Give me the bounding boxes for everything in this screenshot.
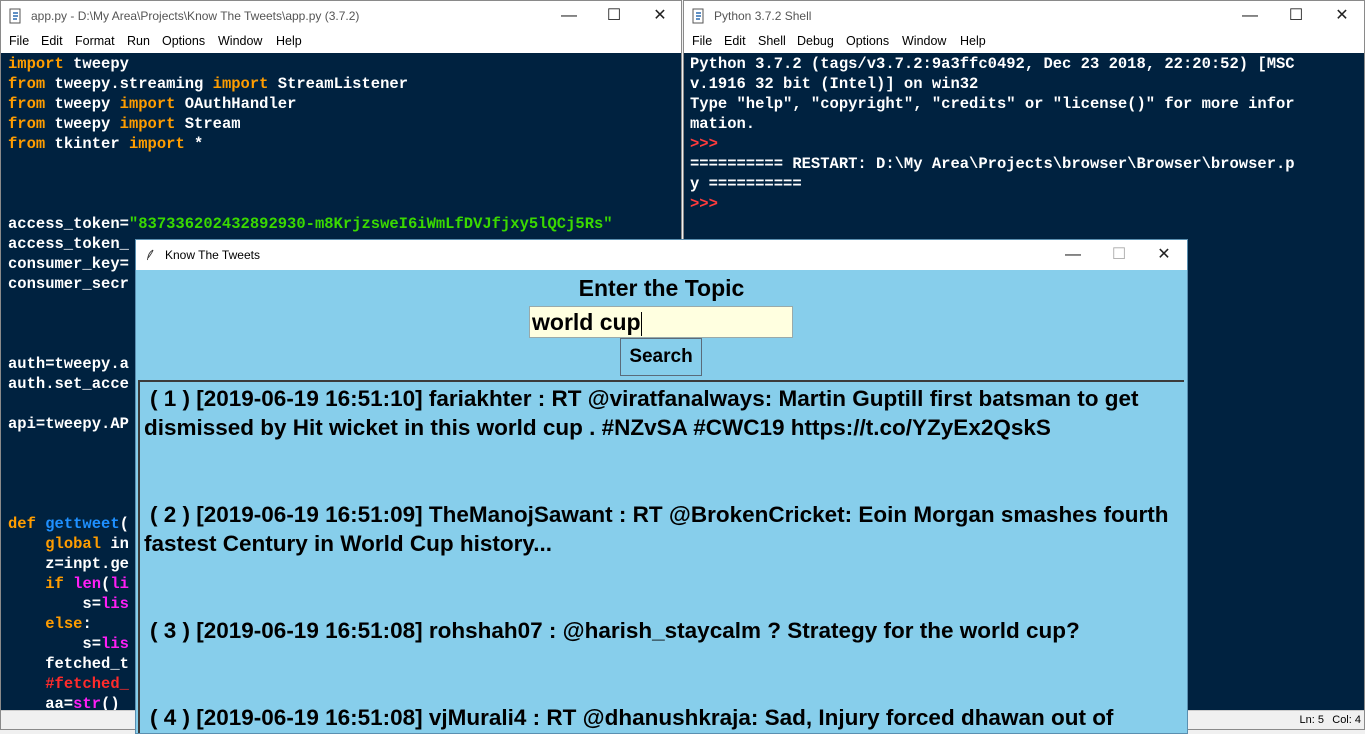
close-icon[interactable]: ✕: [1319, 1, 1364, 31]
menu-run[interactable]: Run: [127, 34, 150, 48]
app-titlebar[interactable]: Know The Tweets — ☐ ✕: [136, 240, 1187, 270]
menu-debug[interactable]: Debug: [797, 34, 834, 48]
maximize-icon[interactable]: ☐: [591, 1, 637, 31]
menu-help[interactable]: Help: [276, 34, 302, 48]
shell-line: Python 3.7.2 (tags/v3.7.2:9a3ffc0492, De…: [690, 55, 1295, 73]
feather-icon: [147, 249, 154, 261]
shell-line: mation.: [690, 115, 756, 133]
app-title: Know The Tweets: [165, 248, 260, 262]
tweet-item: ( 2 ) [2019-06-19 16:51:09] TheManojSawa…: [144, 502, 1169, 556]
menu-edit[interactable]: Edit: [41, 34, 63, 48]
shell-line: y ==========: [690, 175, 802, 193]
menu-help[interactable]: Help: [960, 34, 986, 48]
maximize-icon[interactable]: ☐: [1273, 1, 1319, 31]
maximize-icon: ☐: [1111, 246, 1127, 263]
editor-title: app.py - D:\My Area\Projects\Know The Tw…: [31, 9, 360, 23]
close-icon[interactable]: ✕: [1141, 240, 1187, 270]
column-number: Col: 4: [1332, 714, 1361, 726]
tweet-item: ( 1 ) [2019-06-19 16:51:10] fariakhter :…: [144, 386, 1139, 440]
minimize-icon[interactable]: —: [1227, 1, 1273, 31]
tweet-item: ( 4 ) [2019-06-19 16:51:08] vjMurali4 : …: [150, 705, 1114, 730]
menu-format[interactable]: Format: [75, 34, 115, 48]
minimize-icon[interactable]: —: [1050, 240, 1096, 270]
minimize-icon[interactable]: —: [546, 1, 592, 31]
menu-file[interactable]: File: [692, 34, 712, 48]
menu-window[interactable]: Window: [902, 34, 946, 48]
shell-titlebar[interactable]: Python 3.7.2 Shell — ☐ ✕: [684, 1, 1364, 31]
menu-shell[interactable]: Shell: [758, 34, 786, 48]
search-button[interactable]: Search: [620, 338, 702, 376]
close-icon[interactable]: ✕: [637, 1, 681, 31]
shell-prompt: >>>: [690, 135, 728, 153]
menu-edit[interactable]: Edit: [724, 34, 746, 48]
shell-line: Type "help", "copyright", "credits" or "…: [690, 95, 1295, 113]
shell-line: ========== RESTART: D:\My Area\Projects\…: [690, 155, 1295, 173]
menu-file[interactable]: File: [9, 34, 29, 48]
menu-options[interactable]: Options: [846, 34, 889, 48]
know-the-tweets-window: Know The Tweets — ☐ ✕ Enter the Topic wo…: [135, 239, 1188, 734]
menu-options[interactable]: Options: [162, 34, 205, 48]
tweet-item: ( 3 ) [2019-06-19 16:51:08] rohshah07 : …: [150, 618, 1080, 643]
editor-titlebar[interactable]: app.py - D:\My Area\Projects\Know The Tw…: [1, 1, 681, 31]
shell-prompt: >>>: [690, 195, 728, 213]
shell-menubar: File Edit Shell Debug Options Window Hel…: [684, 31, 1364, 51]
text-caret: [640, 311, 642, 336]
shell-title: Python 3.7.2 Shell: [714, 9, 812, 23]
menu-window[interactable]: Window: [218, 34, 262, 48]
topic-input[interactable]: world cup: [529, 306, 793, 338]
python-file-icon: [9, 8, 21, 24]
shell-line: v.1916 32 bit (Intel)] on win32: [690, 75, 979, 93]
editor-menubar: File Edit Format Run Options Window Help: [1, 31, 681, 51]
python-shell-icon: [692, 8, 704, 24]
topic-input-value: world cup: [532, 309, 641, 335]
line-number: Ln: 5: [1299, 714, 1324, 726]
tweet-results-list[interactable]: ( 1 ) [2019-06-19 16:51:10] fariakhter :…: [138, 380, 1184, 733]
topic-heading: Enter the Topic: [578, 275, 745, 301]
